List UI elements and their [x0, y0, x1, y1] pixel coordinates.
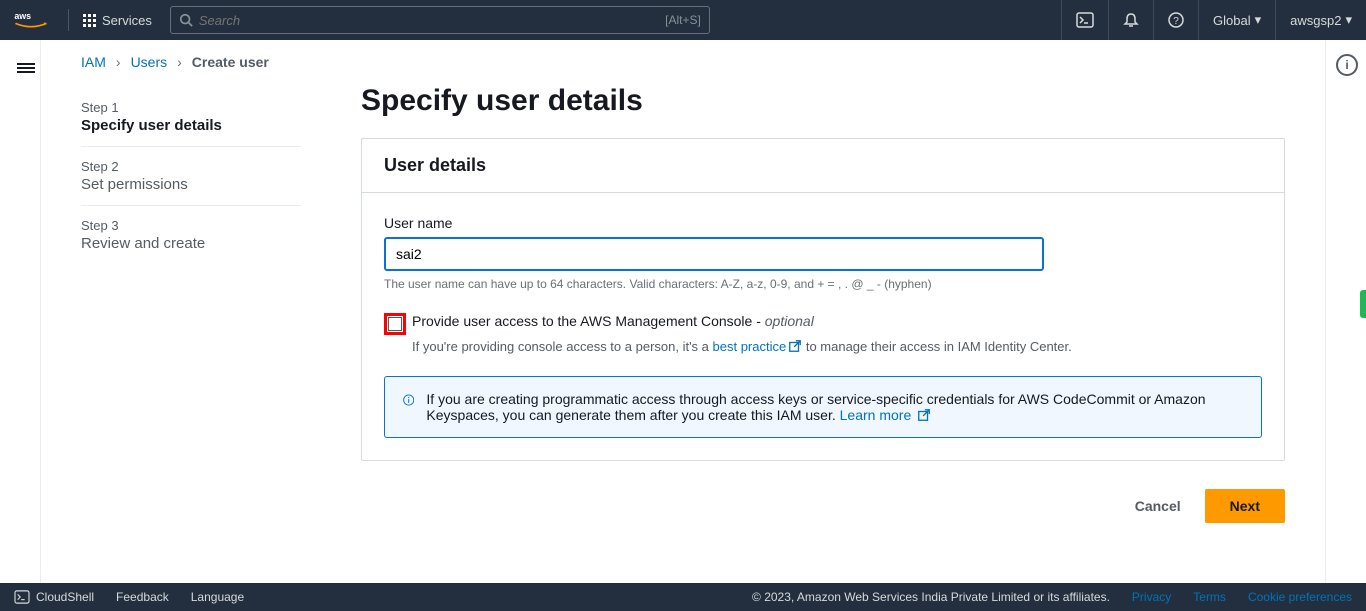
step-number: Step 1	[81, 100, 301, 115]
checkbox-optional-text: optional	[765, 313, 814, 329]
footer-copyright: © 2023, Amazon Web Services India Privat…	[752, 590, 1110, 604]
console-access-label: Provide user access to the AWS Managemen…	[412, 313, 814, 329]
username-label: User name	[384, 215, 1262, 231]
services-menu[interactable]: Services	[75, 13, 160, 28]
nav-divider	[68, 9, 69, 31]
search-icon	[179, 13, 193, 27]
info-icon	[403, 391, 414, 409]
footer-language[interactable]: Language	[191, 590, 244, 604]
wizard-steps: Step 1 Specify user details Step 2 Set p…	[81, 82, 301, 523]
info-text: If you are creating programmatic access …	[426, 391, 1205, 423]
topnav-right: ? Global ▾ awsgsp2 ▾	[1061, 0, 1366, 40]
svg-text:aws: aws	[14, 11, 31, 21]
step-number: Step 2	[81, 159, 301, 174]
footer: CloudShell Feedback Language © 2023, Ama…	[0, 583, 1366, 611]
help-button[interactable]: ?	[1153, 0, 1198, 40]
next-button[interactable]: Next	[1205, 489, 1285, 523]
console-access-subtext: If you're providing console access to a …	[412, 339, 1262, 354]
sub-post: to manage their access in IAM Identity C…	[802, 339, 1072, 354]
footer-cloudshell[interactable]: CloudShell	[14, 590, 94, 604]
top-nav: aws Services [Alt+S] ? Global ▾ awsgsp2 …	[0, 0, 1366, 40]
breadcrumb-users[interactable]: Users	[131, 54, 168, 70]
wizard-step-3[interactable]: Step 3 Review and create	[81, 206, 301, 264]
main-content: Specify user details User details User n…	[361, 82, 1285, 523]
notifications-button[interactable]	[1108, 0, 1153, 40]
account-menu[interactable]: awsgsp2 ▾	[1275, 0, 1366, 40]
form-actions: Cancel Next	[361, 489, 1285, 523]
info-icon: i	[1345, 58, 1348, 72]
step-title: Set permissions	[81, 176, 301, 193]
region-label: Global	[1213, 13, 1251, 28]
help-icon: ?	[1168, 12, 1184, 28]
footer-feedback[interactable]: Feedback	[116, 590, 169, 604]
wizard-step-2[interactable]: Step 2 Set permissions	[81, 147, 301, 206]
step-number: Step 3	[81, 218, 301, 233]
account-label: awsgsp2	[1290, 13, 1341, 28]
region-menu[interactable]: Global ▾	[1198, 0, 1275, 40]
aws-logo[interactable]: aws	[14, 10, 48, 30]
username-hint: The user name can have up to 64 characte…	[384, 277, 1262, 291]
breadcrumb-current: Create user	[192, 54, 269, 70]
breadcrumb-iam[interactable]: IAM	[81, 54, 106, 70]
user-details-panel: User details User name The user name can…	[361, 138, 1285, 461]
cloudshell-icon	[1076, 12, 1094, 28]
panel-header: User details	[362, 139, 1284, 193]
services-label: Services	[102, 13, 152, 28]
checkbox-inner	[388, 317, 402, 331]
step-title: Review and create	[81, 235, 301, 252]
programmatic-access-info: If you are creating programmatic access …	[384, 376, 1262, 438]
footer-cookie[interactable]: Cookie preferences	[1248, 590, 1352, 604]
caret-down-icon: ▾	[1345, 12, 1352, 28]
chevron-right-icon: ›	[177, 54, 182, 70]
global-search[interactable]: [Alt+S]	[170, 6, 710, 34]
sub-pre: If you're providing console access to a …	[412, 339, 713, 354]
cloudshell-icon	[14, 590, 30, 604]
feedback-nub[interactable]	[1360, 290, 1366, 318]
breadcrumb: IAM › Users › Create user	[81, 54, 1285, 70]
search-input[interactable]	[193, 13, 665, 28]
wizard-step-1[interactable]: Step 1 Specify user details	[81, 88, 301, 147]
info-panel-toggle[interactable]: i	[1336, 54, 1358, 76]
learn-more-link[interactable]: Learn more	[840, 407, 931, 423]
step-title: Specify user details	[81, 117, 301, 134]
svg-text:?: ?	[1173, 16, 1179, 27]
footer-cloudshell-label: CloudShell	[36, 590, 94, 604]
footer-terms[interactable]: Terms	[1193, 590, 1226, 604]
page-title: Specify user details	[361, 84, 1285, 118]
best-practice-link[interactable]: best practice	[713, 339, 803, 354]
caret-down-icon: ▾	[1255, 12, 1262, 28]
services-grid-icon	[83, 14, 96, 27]
external-link-icon	[788, 339, 802, 353]
cancel-button[interactable]: Cancel	[1125, 490, 1191, 522]
page-container: IAM › Users › Create user Step 1 Specify…	[40, 40, 1326, 583]
footer-privacy[interactable]: Privacy	[1132, 590, 1171, 604]
bell-icon	[1123, 12, 1139, 28]
external-link-icon	[917, 408, 931, 422]
cloudshell-top-button[interactable]	[1061, 0, 1108, 40]
chevron-right-icon: ›	[116, 54, 121, 70]
username-input[interactable]	[384, 237, 1044, 271]
checkbox-main-text: Provide user access to the AWS Managemen…	[412, 313, 765, 329]
console-access-checkbox[interactable]	[384, 313, 406, 335]
hamburger-icon	[17, 61, 35, 75]
search-kbd-hint: [Alt+S]	[665, 13, 701, 27]
